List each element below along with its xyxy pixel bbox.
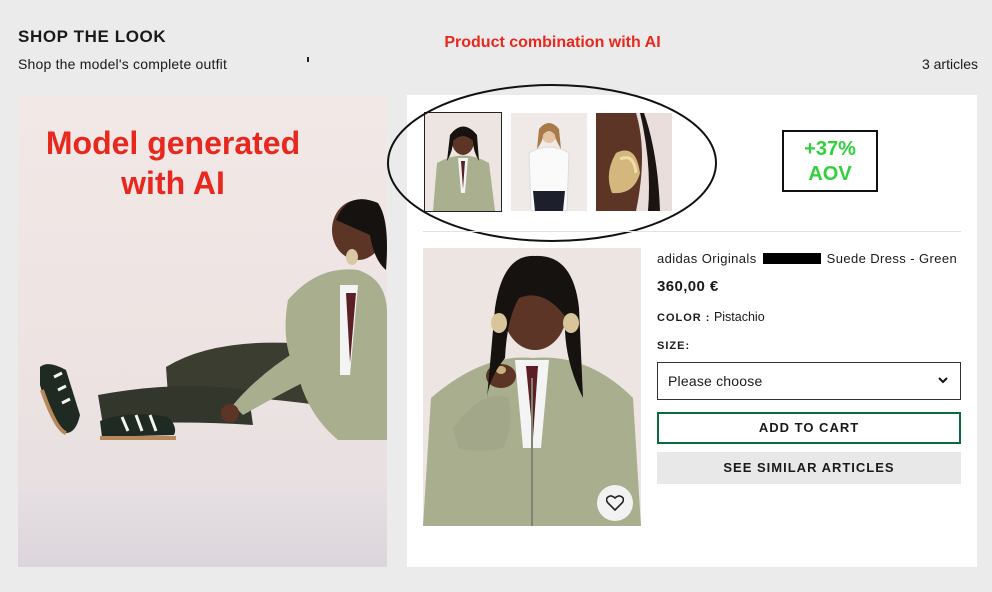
aov-value: +37% — [804, 138, 856, 160]
wishlist-button[interactable] — [597, 485, 633, 521]
color-value: Pistachio — [713, 310, 765, 324]
model-annotation-text: Model generated with AI — [45, 125, 301, 201]
redaction-bar — [762, 253, 821, 264]
size-label: SIZE: — [657, 340, 691, 352]
product-brand: adidas Originals — [657, 251, 757, 266]
combination-annotation-text: Product combination with AI — [444, 34, 661, 51]
shop-the-look-title: SHOP THE LOOK — [18, 27, 167, 46]
model-image: Model generated with AI — [18, 95, 387, 567]
combination-annotation: Product combination with AI — [440, 32, 665, 53]
color-label: COLOR : — [657, 312, 711, 324]
product-name[interactable]: adidas Originals Suede Dress - Green — [657, 251, 957, 266]
heart-icon — [606, 495, 624, 511]
color-row: COLOR : Pistachio — [657, 310, 765, 324]
shop-the-look-subtitle: Shop the model's complete outfit — [18, 56, 228, 72]
aov-badge: +37% AOV — [782, 130, 878, 192]
aov-label: AOV — [808, 163, 852, 185]
product-photo — [423, 248, 641, 526]
size-select-placeholder: Please choose — [668, 373, 763, 389]
see-similar-articles-button[interactable]: SEE SIMILAR ARTICLES — [657, 452, 961, 484]
model-annotation: Model generated with AI — [18, 123, 328, 203]
product-image[interactable] — [423, 248, 641, 526]
product-title: Suede Dress - Green — [826, 251, 958, 266]
tick-mark — [307, 57, 309, 62]
add-to-cart-button[interactable]: ADD TO CART — [657, 412, 961, 444]
chevron-down-icon — [938, 377, 948, 384]
article-count: 3 articles — [921, 56, 978, 72]
combination-ellipse — [387, 84, 717, 242]
divider — [423, 231, 961, 232]
size-select[interactable]: Please choose — [657, 362, 961, 400]
product-price: 360,00 € — [657, 278, 719, 295]
